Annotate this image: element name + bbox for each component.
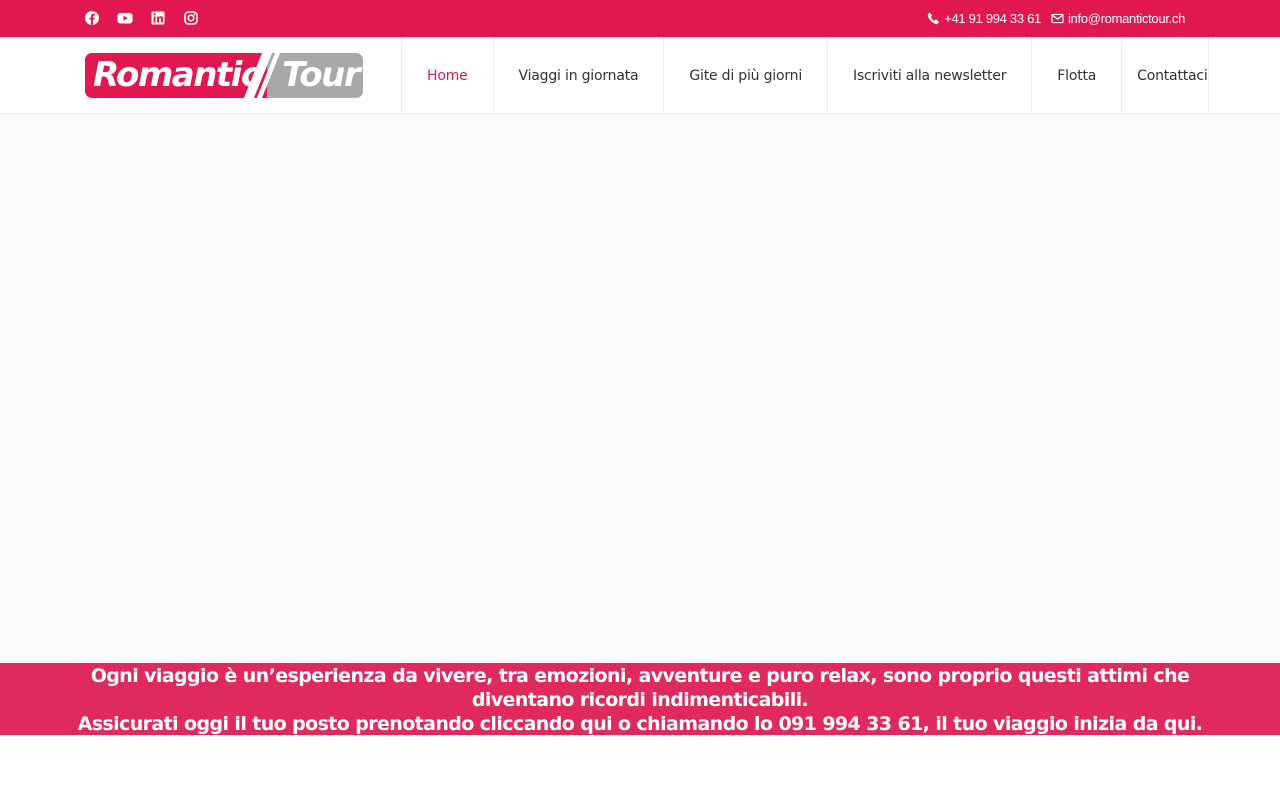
phone-link[interactable]: +41 91 994 33 61 bbox=[927, 11, 1041, 26]
youtube-icon[interactable] bbox=[117, 10, 133, 26]
main-nav: Home Viaggi in giornata Gite di più gior… bbox=[401, 37, 1209, 114]
contact-info: +41 91 994 33 61 info@romantictour.ch bbox=[927, 11, 1185, 26]
nav-item-home[interactable]: Home bbox=[402, 37, 494, 114]
romantic-tour-logo[interactable]: Romantic Tour bbox=[85, 53, 363, 98]
linkedin-icon[interactable] bbox=[150, 10, 166, 26]
nav-item-flotta[interactable]: Flotta bbox=[1032, 37, 1123, 114]
nav-item-contattaci[interactable]: Contattaci bbox=[1122, 37, 1209, 114]
social-links bbox=[84, 10, 199, 26]
phone-number: +41 91 994 33 61 bbox=[944, 11, 1041, 26]
email-link[interactable]: info@romantictour.ch bbox=[1051, 11, 1185, 26]
logo-text-tour: Tour bbox=[282, 55, 361, 95]
banner-line-2: Assicurati oggi il tuo posto prenotando … bbox=[77, 713, 1203, 735]
banner-line-1: Ogni viaggio è un’esperienza da vivere, … bbox=[90, 665, 1190, 711]
site-header: Romantic Tour Home Viaggi in giornata Gi… bbox=[0, 37, 1280, 114]
email-address: info@romantictour.ch bbox=[1067, 11, 1185, 26]
promo-banner[interactable]: Ogni viaggio è un’esperienza da vivere, … bbox=[0, 663, 1280, 735]
facebook-icon[interactable] bbox=[84, 10, 100, 26]
phone-icon bbox=[927, 12, 939, 25]
logo-text-romantic: Romantic bbox=[93, 55, 261, 95]
nav-item-viaggi-in-giornata[interactable]: Viaggi in giornata bbox=[494, 37, 665, 114]
hero-area bbox=[0, 114, 1280, 663]
nav-item-newsletter[interactable]: Iscriviti alla newsletter bbox=[828, 37, 1033, 114]
top-bar: +41 91 994 33 61 info@romantictour.ch bbox=[0, 0, 1280, 37]
envelope-icon bbox=[1051, 13, 1064, 24]
instagram-icon[interactable] bbox=[183, 10, 199, 26]
nav-item-gite-di-piu-giorni[interactable]: Gite di più giorni bbox=[664, 37, 829, 114]
